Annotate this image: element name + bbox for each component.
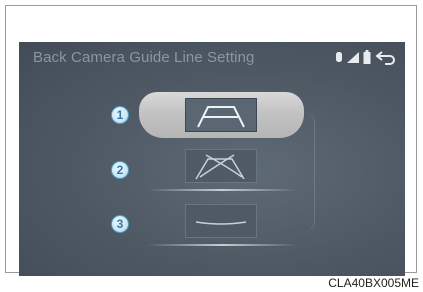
battery-icon bbox=[363, 50, 371, 64]
signal-icon bbox=[347, 52, 359, 63]
estimated-course-lines-thumbnail bbox=[185, 149, 257, 183]
status-bar bbox=[335, 49, 397, 65]
back-arrow-icon[interactable] bbox=[375, 49, 397, 65]
figure-code: CLA40BX005ME bbox=[328, 276, 419, 290]
display-screen: Back Camera Guide Line Setting 1 2 3 bbox=[19, 42, 405, 276]
guide-line-option-1[interactable] bbox=[139, 92, 304, 138]
guide-line-option-3[interactable] bbox=[147, 200, 297, 248]
fixed-guide-lines-icon bbox=[197, 106, 245, 128]
option-divider bbox=[147, 189, 297, 191]
bluetooth-icon bbox=[336, 52, 342, 62]
guide-line-option-2[interactable] bbox=[147, 145, 297, 193]
option-divider bbox=[147, 244, 297, 246]
option-number-badge-3: 3 bbox=[111, 215, 129, 233]
distance-guide-line-icon bbox=[195, 221, 247, 225]
scroll-arc bbox=[304, 112, 315, 232]
screen-title: Back Camera Guide Line Setting bbox=[33, 49, 255, 66]
distance-guide-lines-thumbnail bbox=[185, 204, 257, 238]
option-number-badge-1: 1 bbox=[111, 106, 129, 124]
fixed-guide-lines-thumbnail bbox=[185, 98, 257, 132]
estimated-course-lines-icon bbox=[195, 154, 245, 180]
option-number-badge-2: 2 bbox=[111, 161, 129, 179]
